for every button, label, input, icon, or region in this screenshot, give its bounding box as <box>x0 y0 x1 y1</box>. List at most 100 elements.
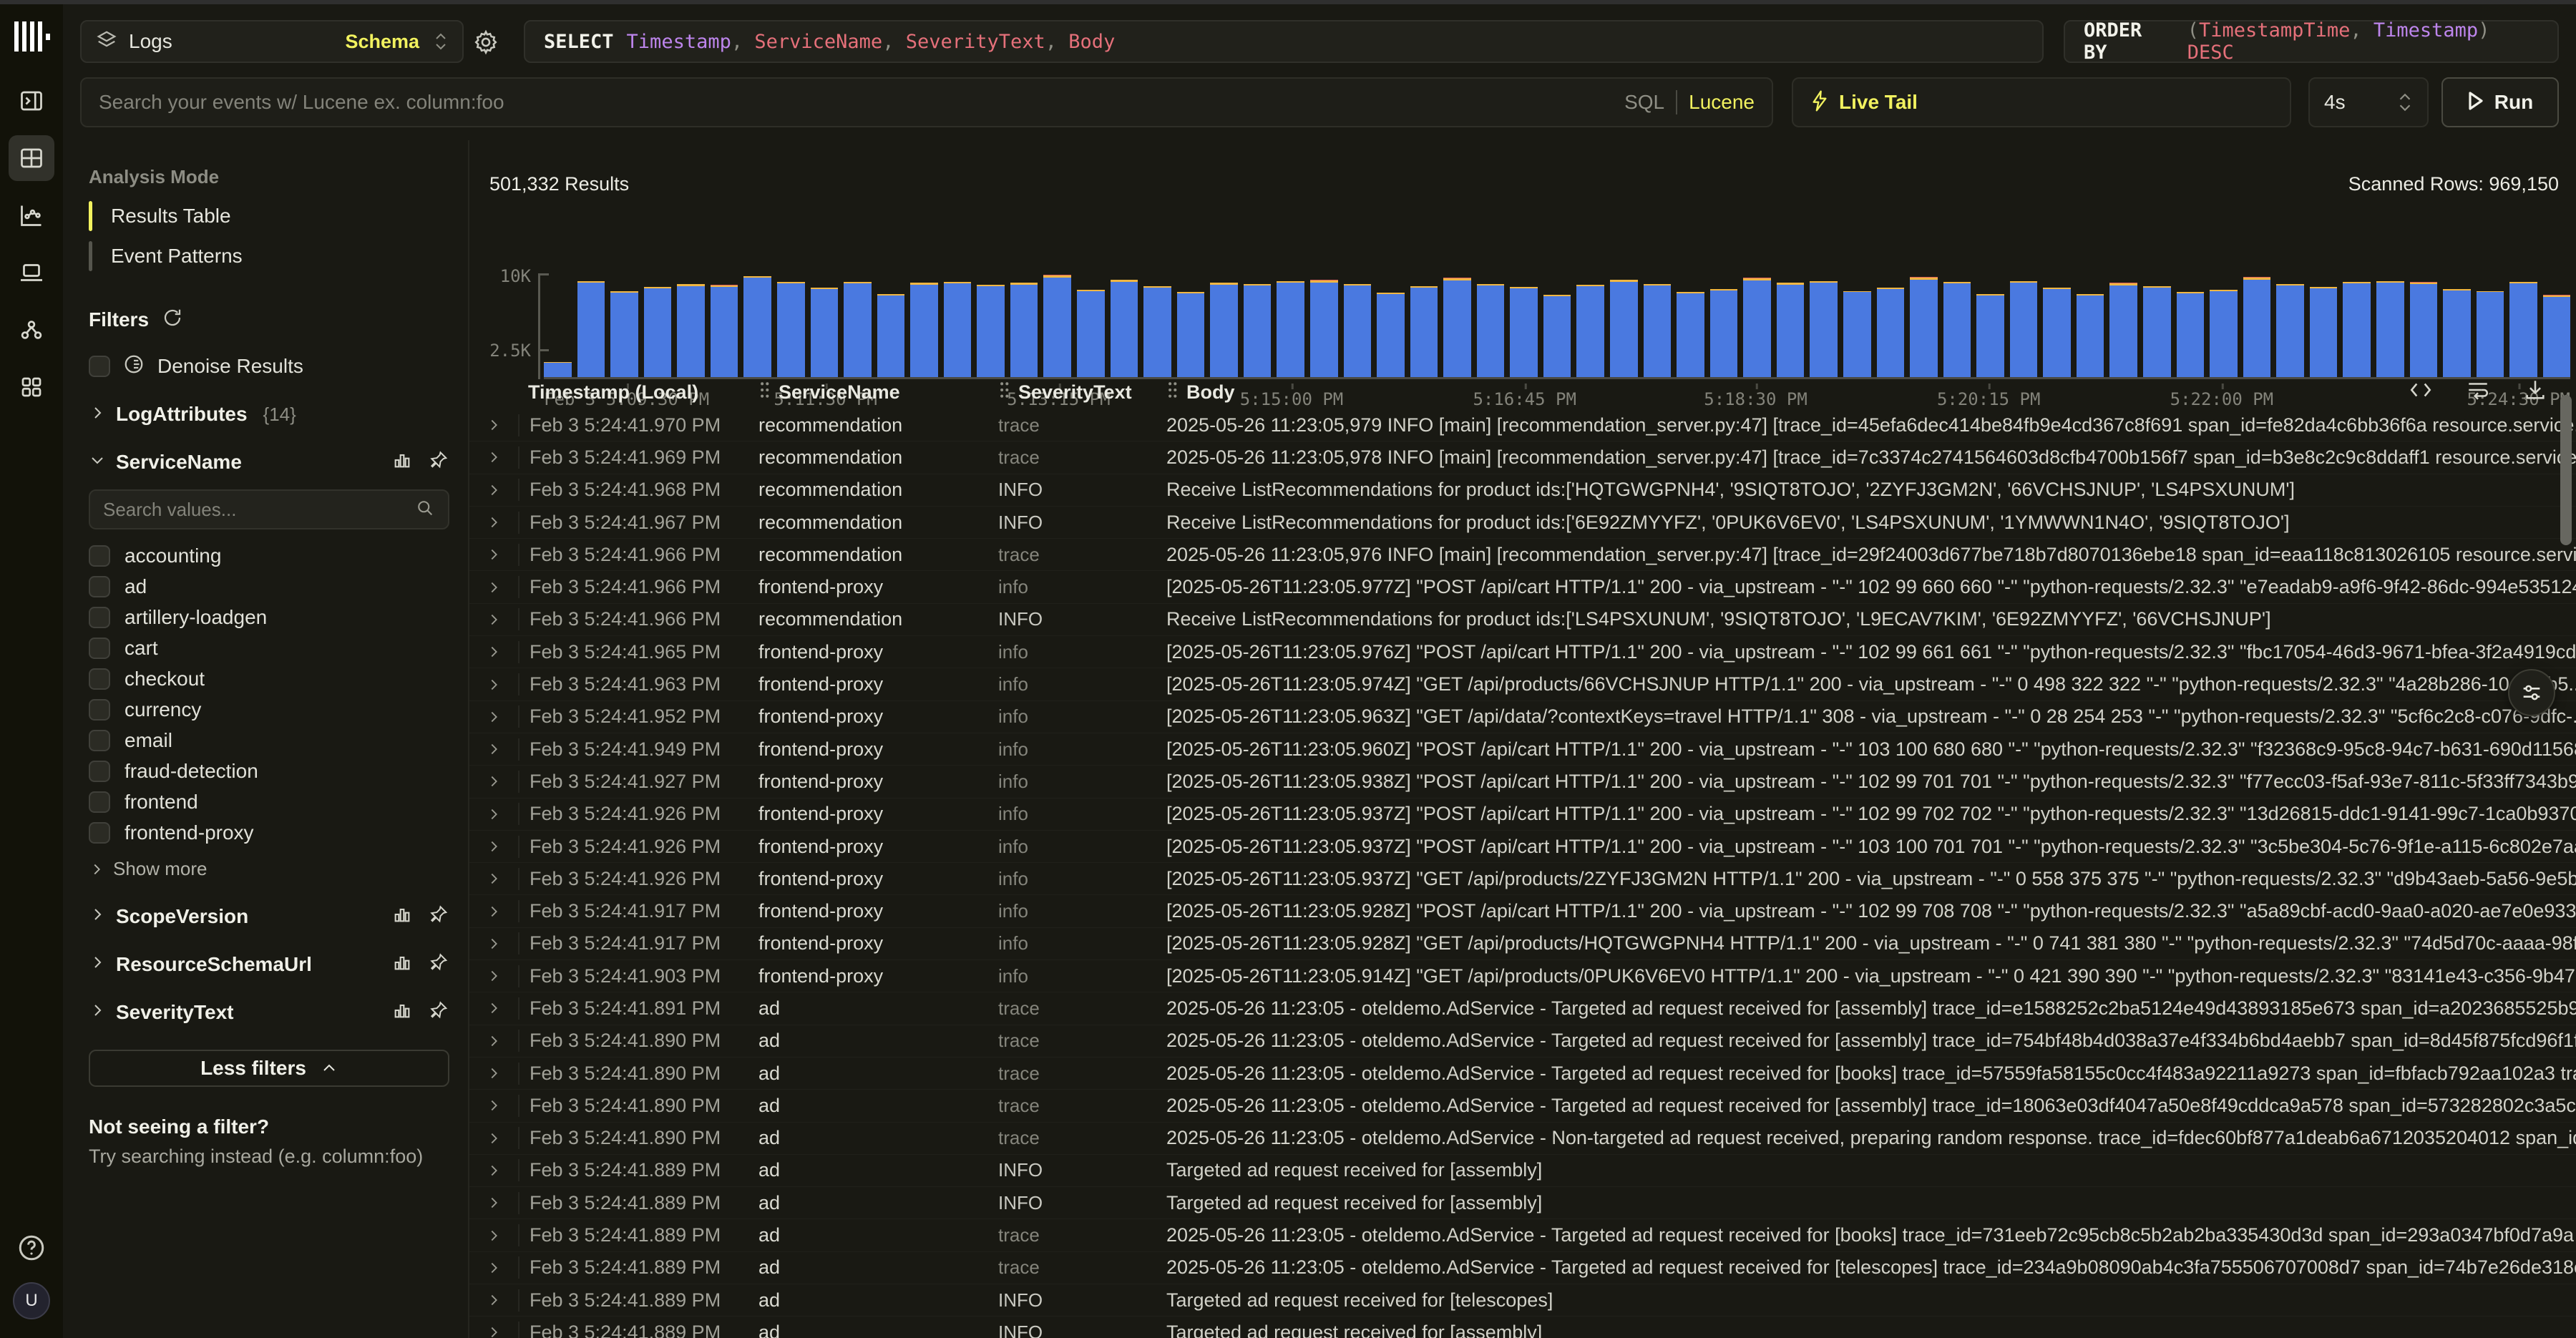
histogram-bar[interactable] <box>2010 281 2038 377</box>
lucene-toggle-option[interactable]: Lucene <box>1689 91 1755 114</box>
live-tail-button[interactable]: Live Tail <box>1792 77 2291 127</box>
log-row[interactable]: Feb 3 5:24:41.926 PM frontend-proxy info… <box>469 831 2576 863</box>
text-wrap-icon[interactable] <box>2466 378 2490 406</box>
service-value-search-input[interactable] <box>103 499 415 521</box>
column-header-severitytext[interactable]: SeverityText <box>998 381 1166 404</box>
histogram-bar[interactable] <box>1644 284 1672 377</box>
histogram-bar[interactable] <box>777 282 805 377</box>
log-row[interactable]: Feb 3 5:24:41.889 PM ad INFO Targeted ad… <box>469 1317 2576 1338</box>
expand-row-icon[interactable] <box>469 1065 518 1081</box>
source-settings-gear-icon[interactable] <box>472 29 499 59</box>
expand-row-icon[interactable] <box>469 1292 518 1308</box>
table-scrollbar[interactable] <box>2560 395 2572 545</box>
expand-row-icon[interactable] <box>469 871 518 887</box>
histogram-bar[interactable] <box>1777 283 1805 377</box>
expand-row-icon[interactable] <box>469 709 518 725</box>
service-value-checkbox[interactable] <box>89 730 110 751</box>
log-row[interactable]: Feb 3 5:24:41.890 PM ad trace 2025-05-26… <box>469 1058 2576 1090</box>
log-row[interactable]: Feb 3 5:24:41.890 PM ad trace 2025-05-26… <box>469 1123 2576 1155</box>
filter-group-logattributes[interactable]: LogAttributes {14} <box>89 403 449 426</box>
histogram-bar[interactable] <box>2043 288 2071 377</box>
drag-handle-icon[interactable] <box>758 381 770 404</box>
download-icon[interactable] <box>2523 378 2547 406</box>
log-row[interactable]: Feb 3 5:24:41.966 PM frontend-proxy info… <box>469 571 2576 603</box>
filter-group-servicename[interactable]: ServiceName <box>89 450 449 474</box>
expand-row-icon[interactable] <box>469 580 518 595</box>
service-value-checkbox[interactable] <box>89 545 110 567</box>
expand-row-icon[interactable] <box>469 514 518 530</box>
expand-row-icon[interactable] <box>469 1000 518 1016</box>
service-value-search[interactable] <box>89 489 449 529</box>
histogram-bar[interactable] <box>677 284 705 377</box>
less-filters-button[interactable]: Less filters <box>89 1050 449 1087</box>
histogram-bar[interactable] <box>2410 282 2438 377</box>
results-table-view-icon[interactable] <box>9 135 54 181</box>
schema-badge[interactable]: Schema <box>345 31 419 53</box>
histogram-bar[interactable] <box>610 291 638 377</box>
histogram-bar[interactable] <box>1610 280 1638 377</box>
histogram-bar[interactable] <box>811 288 839 377</box>
histogram-bar[interactable] <box>1177 292 1205 377</box>
expand-row-icon[interactable] <box>469 1228 518 1244</box>
service-value-checkbox[interactable] <box>89 668 110 690</box>
histogram-bar[interactable] <box>544 362 572 377</box>
log-row[interactable]: Feb 3 5:24:41.926 PM frontend-proxy info… <box>469 799 2576 831</box>
service-value-row[interactable]: email <box>89 726 449 756</box>
histogram-bar[interactable] <box>644 287 672 377</box>
expand-row-icon[interactable] <box>469 547 518 562</box>
help-icon[interactable] <box>16 1233 47 1266</box>
run-button[interactable]: Run <box>2441 77 2559 127</box>
histogram-bar[interactable] <box>1410 286 1438 377</box>
log-row[interactable]: Feb 3 5:24:41.889 PM ad INFO Targeted ad… <box>469 1187 2576 1219</box>
histogram-bar[interactable] <box>2177 292 2205 377</box>
service-value-row[interactable]: ad <box>89 572 449 602</box>
expand-row-icon[interactable] <box>469 1324 518 1338</box>
refresh-interval-select[interactable]: 4s <box>2308 77 2429 127</box>
chart-explorer-icon[interactable] <box>9 192 54 238</box>
log-row[interactable]: Feb 3 5:24:41.927 PM frontend-proxy info… <box>469 766 2576 798</box>
service-value-checkbox[interactable] <box>89 638 110 659</box>
histogram-bar[interactable] <box>1477 284 1505 377</box>
service-value-checkbox[interactable] <box>89 822 110 844</box>
histogram-bar[interactable] <box>1010 283 1038 377</box>
expand-row-icon[interactable] <box>469 677 518 693</box>
log-row[interactable]: Feb 3 5:24:41.963 PM frontend-proxy info… <box>469 668 2576 700</box>
service-value-row[interactable]: accounting <box>89 541 449 571</box>
histogram-bar[interactable] <box>1943 282 1971 377</box>
log-row[interactable]: Feb 3 5:24:41.890 PM ad trace 2025-05-26… <box>469 1090 2576 1122</box>
expand-row-icon[interactable] <box>469 1033 518 1049</box>
histogram-bar[interactable] <box>1043 275 1071 377</box>
mode-results-table[interactable]: Results Table <box>89 198 449 234</box>
histogram-bar[interactable] <box>2077 294 2104 377</box>
histogram-bar[interactable] <box>2109 283 2137 377</box>
histogram-bar[interactable] <box>977 285 1005 377</box>
expand-row-icon[interactable] <box>469 612 518 628</box>
histogram-bar[interactable] <box>944 282 972 377</box>
expand-row-icon[interactable] <box>469 482 518 498</box>
log-row[interactable]: Feb 3 5:24:41.891 PM ad trace 2025-05-26… <box>469 992 2576 1025</box>
denoise-results-toggle[interactable]: Denoise Results <box>89 353 449 379</box>
log-row[interactable]: Feb 3 5:24:41.966 PM recommendation trac… <box>469 539 2576 571</box>
bar-chart-icon[interactable] <box>392 904 412 928</box>
apps-grid-icon[interactable] <box>9 364 54 410</box>
histogram-bar[interactable] <box>1810 281 1838 377</box>
expand-row-icon[interactable] <box>469 1131 518 1146</box>
log-row[interactable]: Feb 3 5:24:41.949 PM frontend-proxy info… <box>469 733 2576 766</box>
histogram-bar[interactable] <box>2477 291 2504 377</box>
histogram-bar[interactable] <box>2310 287 2338 377</box>
column-header-timestamp[interactable]: Timestamp (Local) <box>518 381 758 404</box>
service-value-checkbox[interactable] <box>89 576 110 597</box>
search-input[interactable] <box>99 91 1624 114</box>
drag-handle-icon[interactable] <box>1166 381 1178 404</box>
service-value-checkbox[interactable] <box>89 699 110 721</box>
histogram-bar[interactable] <box>711 285 738 377</box>
drag-handle-icon[interactable] <box>998 381 1010 404</box>
histogram-bar[interactable] <box>1843 291 1871 377</box>
log-row[interactable]: Feb 3 5:24:41.968 PM recommendation INFO… <box>469 474 2576 507</box>
bar-chart-icon[interactable] <box>392 952 412 976</box>
expand-row-icon[interactable] <box>469 904 518 919</box>
histogram-bar[interactable] <box>2243 277 2271 377</box>
select-clause-editor[interactable]: SELECT Timestamp, ServiceName, SeverityT… <box>524 20 2044 63</box>
log-row[interactable]: Feb 3 5:24:41.889 PM ad INFO Targeted ad… <box>469 1155 2576 1187</box>
service-value-checkbox[interactable] <box>89 761 110 782</box>
